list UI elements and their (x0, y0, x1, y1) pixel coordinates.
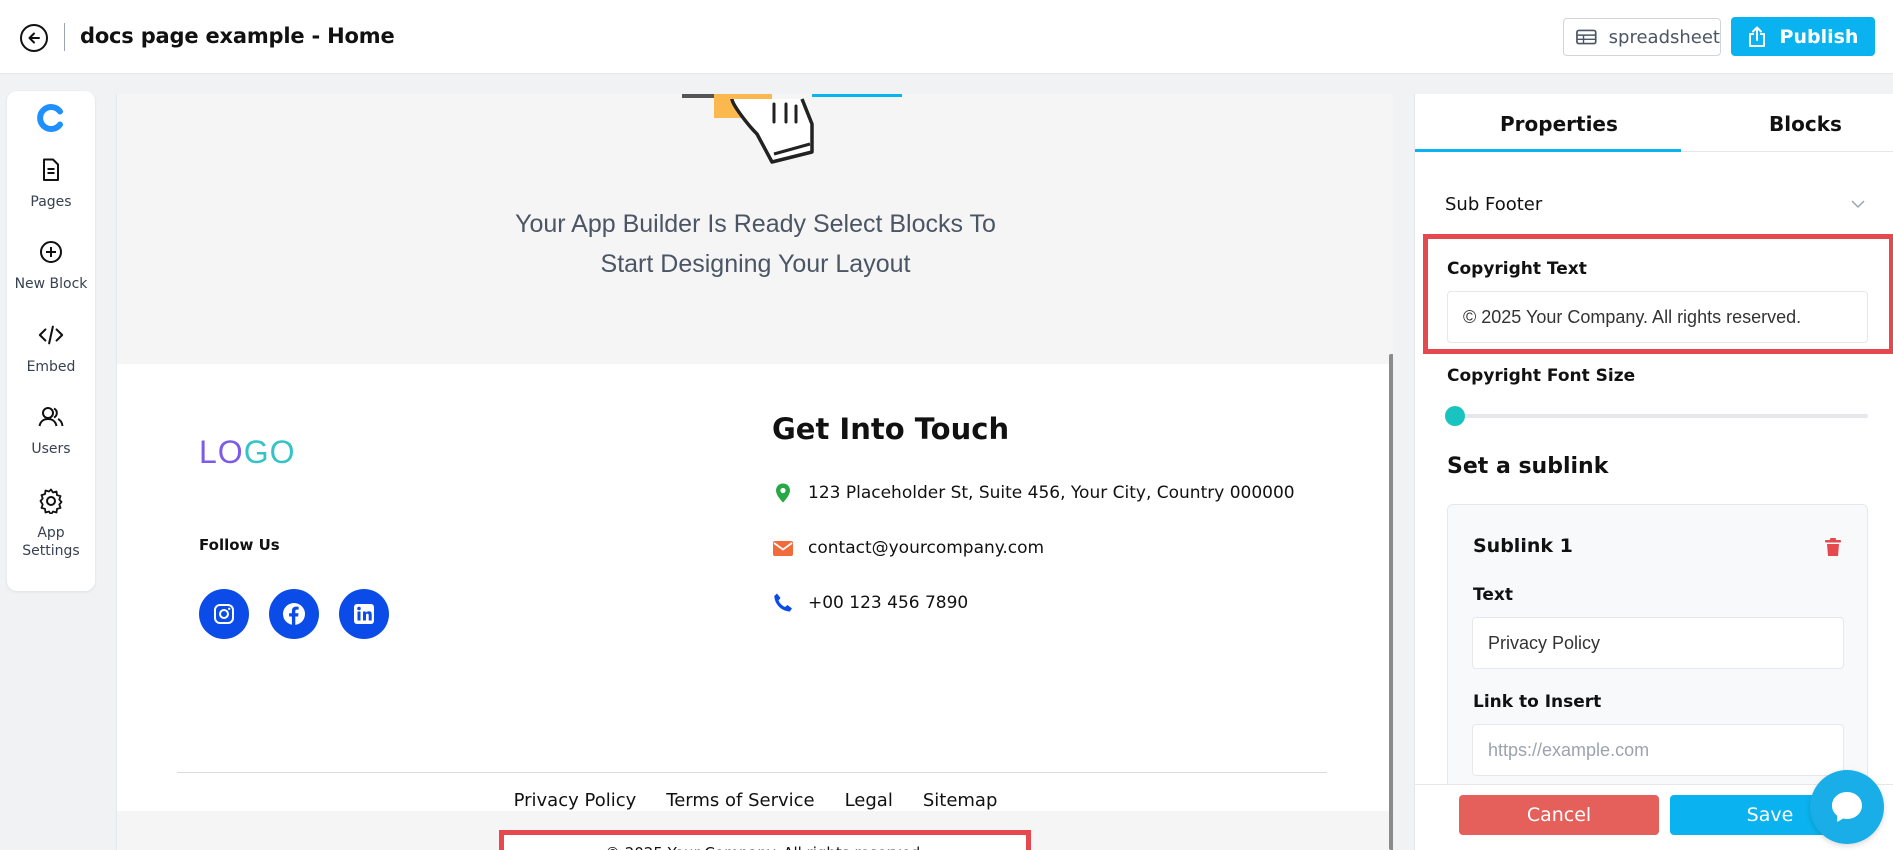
sidebar-item-users[interactable]: Users (7, 404, 95, 458)
pointing-hand-illustration (682, 94, 902, 164)
properties-panel: Properties Blocks Sub Footer Copyright T… (1414, 94, 1893, 850)
page-canvas: Your App Builder Is Ready Select Blocks … (116, 94, 1393, 850)
sublink-card: Sublink 1 Text Privacy Policy Link to In… (1447, 504, 1868, 824)
chat-icon[interactable] (1810, 770, 1884, 844)
sublink-text-input[interactable]: Privacy Policy (1472, 617, 1844, 669)
publish-label: Publish (1779, 25, 1859, 48)
page-title: docs page example - Home (80, 24, 395, 48)
sidebar-item-label: Pages (30, 194, 72, 210)
tab-blocks[interactable]: Blocks (1769, 112, 1842, 136)
copyright-text[interactable]: © 2025 Your Company. All rights reserved… (499, 830, 1031, 850)
map-pin-icon (776, 483, 790, 503)
address-text: 123 Placeholder St, Suite 456, Your City… (808, 483, 1295, 503)
code-icon (38, 322, 64, 348)
sidebar-item-label: Users (31, 441, 71, 457)
facebook-icon[interactable] (269, 589, 319, 639)
font-size-slider-thumb[interactable] (1445, 406, 1465, 426)
canvas-scrollbar[interactable] (1389, 354, 1393, 850)
copyright-text-label: Copyright Text (1447, 259, 1587, 279)
footer-logo: LOGO (199, 434, 295, 471)
panel-tabs: Properties Blocks (1415, 94, 1893, 152)
phone-text: +00 123 456 7890 (808, 593, 969, 613)
footer-link-legal[interactable]: Legal (845, 790, 893, 811)
section-title: Sub Footer (1445, 194, 1543, 215)
sidebar-item-new-block[interactable]: New Block (7, 239, 95, 293)
sidebar-item-embed[interactable]: Embed (7, 322, 95, 376)
phone-row: +00 123 456 7890 (772, 592, 968, 614)
trash-icon[interactable] (1823, 537, 1843, 557)
sidebar-item-label: New Block (14, 276, 88, 292)
gear-icon (38, 488, 64, 514)
sidebar-item-pages[interactable]: Pages (7, 157, 95, 211)
publish-button[interactable]: Publish (1731, 17, 1875, 56)
empty-state-line-2: Start Designing Your Layout (600, 250, 911, 278)
instagram-icon[interactable] (199, 589, 249, 639)
email-text: contact@yourcompany.com (808, 538, 1045, 558)
top-bar: docs page example - Home spreadsheet Pub… (0, 0, 1893, 74)
address-row: 123 Placeholder St, Suite 456, Your City… (772, 482, 1295, 504)
sidebar-item-label: Embed (26, 359, 76, 375)
chevron-down-icon (1851, 200, 1865, 209)
sidebar-item-app-settings[interactable]: App Settings (7, 488, 95, 560)
share-icon (1748, 26, 1765, 47)
active-tab-indicator (1415, 149, 1681, 152)
app-logo-icon (37, 104, 63, 132)
file-text-icon (38, 157, 64, 183)
empty-state-message: Your App Builder Is Ready Select Blocks … (117, 204, 1393, 284)
back-arrow-icon[interactable] (20, 24, 48, 52)
mail-icon (773, 541, 793, 556)
sublink-url-label: Link to Insert (1473, 692, 1602, 712)
plus-circle-icon (38, 239, 64, 265)
tab-properties[interactable]: Properties (1500, 112, 1618, 136)
linkedin-icon[interactable] (339, 589, 389, 639)
footer-block[interactable]: LOGO Follow Us Get Into Touch 123 Placeh… (117, 364, 1393, 850)
footer-links: Privacy Policy Terms of Service Legal Si… (117, 790, 1393, 811)
empty-state-line-1: Your App Builder Is Ready Select Blocks … (515, 210, 996, 238)
left-sidebar: Pages New Block Embed Users App Settings (7, 91, 95, 591)
cancel-button[interactable]: Cancel (1459, 795, 1659, 835)
copyright-text-input[interactable]: © 2025 Your Company. All rights reserved… (1447, 291, 1868, 343)
sublink-heading: Set a sublink (1447, 454, 1609, 479)
email-row: contact@yourcompany.com (772, 537, 1044, 559)
phone-icon (774, 593, 792, 612)
spreadsheet-label: spreadsheet (1608, 26, 1720, 48)
spreadsheet-button[interactable]: spreadsheet (1563, 18, 1721, 56)
sublink-text-label: Text (1473, 585, 1513, 605)
footer-divider (177, 772, 1327, 773)
footer-link-terms[interactable]: Terms of Service (666, 790, 814, 811)
footer-link-sitemap[interactable]: Sitemap (923, 790, 998, 811)
logo-part-go: GO (243, 434, 296, 470)
sidebar-item-label: App Settings (22, 525, 80, 559)
follow-us-label: Follow Us (199, 536, 280, 554)
sublink-card-title: Sublink 1 (1473, 535, 1573, 557)
users-icon (38, 404, 64, 430)
title-divider (64, 23, 65, 51)
logo-part-lo: LO (199, 434, 244, 470)
section-sub-footer[interactable]: Sub Footer (1445, 194, 1865, 215)
contact-heading: Get Into Touch (772, 412, 1010, 446)
sublink-url-input[interactable]: https://example.com (1472, 724, 1844, 776)
table-icon (1576, 29, 1597, 45)
font-size-label: Copyright Font Size (1447, 366, 1636, 386)
footer-link-privacy[interactable]: Privacy Policy (514, 790, 637, 811)
font-size-slider[interactable] (1448, 414, 1868, 418)
